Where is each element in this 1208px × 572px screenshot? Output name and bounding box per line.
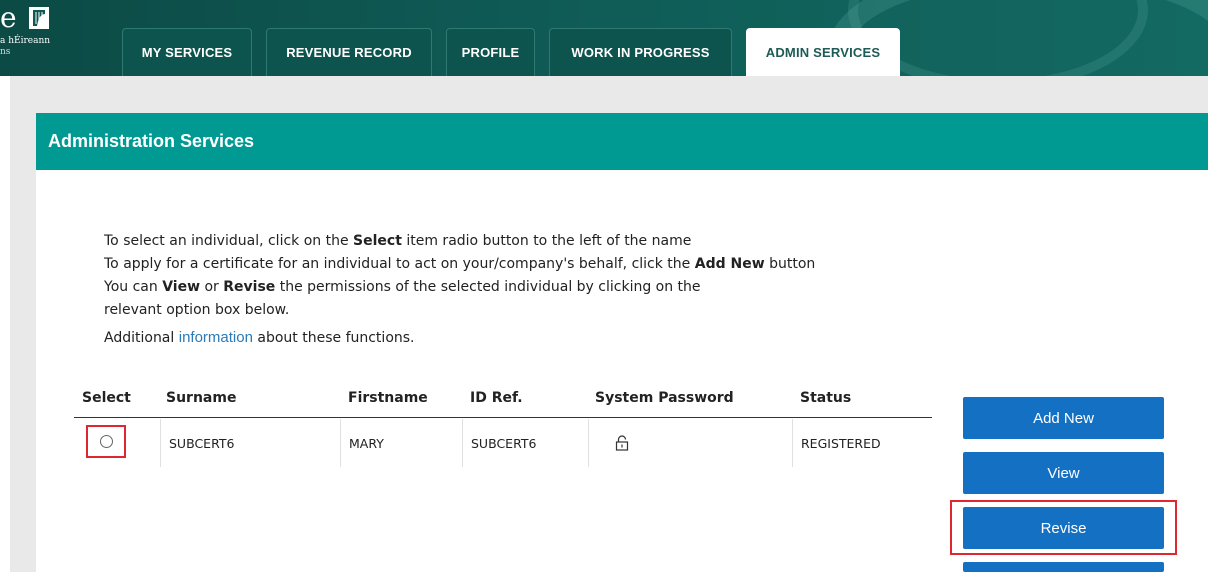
instruction-line-2: To apply for a certificate for an indivi… <box>104 253 964 276</box>
instruction-line-1: To select an individual, click on the Se… <box>104 230 964 253</box>
column-header-surname: Surname <box>166 390 237 406</box>
column-header-status: Status <box>800 390 852 406</box>
instruction-text: item radio button to the left of the nam… <box>401 233 692 249</box>
view-button[interactable]: View <box>963 452 1164 494</box>
column-header-select: Select <box>82 390 131 406</box>
tab-admin-services[interactable]: ADMIN SERVICES <box>746 28 900 76</box>
instruction-bold-add-new: Add New <box>694 256 765 272</box>
tab-work-in-progress[interactable]: WORK IN PROGRESS <box>549 28 732 76</box>
column-header-firstname: Firstname <box>348 390 428 406</box>
status-cell: REGISTERED <box>792 419 932 467</box>
table-row[interactable]: SUBCERT6 MARY SUBCERT6 REGISTERED <box>74 419 932 467</box>
tab-revenue-record[interactable]: REVENUE RECORD <box>266 28 432 76</box>
system-password-cell <box>588 419 792 467</box>
next-action-button[interactable] <box>963 562 1164 572</box>
instructions: To select an individual, click on the Se… <box>104 230 964 350</box>
instruction-bold-select: Select <box>353 233 402 249</box>
id-ref-cell: SUBCERT6 <box>462 419 588 467</box>
instruction-text: You can <box>104 279 163 295</box>
instruction-text: or <box>200 279 224 295</box>
instruction-text: To select an individual, click on the <box>104 233 354 249</box>
tab-my-services[interactable]: MY SERVICES <box>122 28 252 76</box>
instruction-line-4: relevant option box below. <box>104 302 290 318</box>
instruction-bold-view: View <box>162 279 201 295</box>
padlock-icon <box>615 435 629 451</box>
instruction-line-3: You can View or Revise the permissions o… <box>104 276 964 299</box>
instruction-text: the permissions of the selected individu… <box>275 279 701 295</box>
column-header-system-password: System Password <box>595 390 734 406</box>
logo-text-line1: a hÉireann <box>0 36 51 46</box>
firstname-cell: MARY <box>340 419 462 467</box>
tab-profile[interactable]: PROFILE <box>446 28 535 76</box>
instruction-bold-revise: Revise <box>223 279 276 295</box>
information-link[interactable]: information <box>179 329 253 346</box>
select-radio-highlight <box>86 425 126 458</box>
harp-icon <box>29 7 49 29</box>
instruction-text: To apply for a certificate for an indivi… <box>104 256 695 272</box>
site-header: e a hÉireann ns MY SERVICES REVENUE RECO… <box>0 0 1208 76</box>
additional-info-line: Additional information about these funct… <box>104 326 964 350</box>
select-radio-button[interactable] <box>99 435 113 448</box>
panel-title: Administration Services <box>36 113 1208 170</box>
add-new-button[interactable]: Add New <box>963 397 1164 439</box>
instruction-text: about these functions. <box>252 330 415 346</box>
logo-letter: e <box>0 1 17 34</box>
instruction-text: button <box>764 256 816 272</box>
surname-cell: SUBCERT6 <box>160 419 340 467</box>
instruction-text: Additional <box>104 330 179 346</box>
revise-button[interactable]: Revise <box>963 507 1164 549</box>
table-header-row: Select Surname Firstname ID Ref. System … <box>74 384 932 418</box>
logo-text-line2: ns <box>0 47 11 57</box>
column-header-id-ref: ID Ref. <box>470 390 523 406</box>
